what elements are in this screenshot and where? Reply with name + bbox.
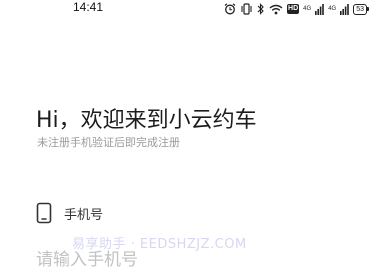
status-icons: HD 4G 4G 53 bbox=[224, 2, 369, 16]
phone-field-label: 手机号 bbox=[64, 207, 104, 223]
bluetooth-icon bbox=[257, 3, 264, 15]
welcome-title: Hi，欢迎来到小云约车 bbox=[36, 108, 257, 133]
wifi-icon bbox=[269, 4, 283, 14]
signal-icon-2 bbox=[340, 3, 350, 15]
alarm-icon bbox=[224, 3, 236, 15]
network-type-1: 4G bbox=[303, 6, 312, 12]
battery-level: 53 bbox=[353, 3, 367, 15]
battery-icon: 53 bbox=[353, 3, 369, 15]
network-type-2: 4G bbox=[328, 6, 337, 12]
mobile-phone-icon bbox=[36, 202, 52, 224]
phone-number-input[interactable] bbox=[36, 248, 356, 272]
signal-icon-1 bbox=[315, 3, 324, 15]
status-bar: 14:41 HD 4G 4G 53 bbox=[0, 0, 379, 18]
status-time: 14:41 bbox=[73, 0, 104, 14]
phone-field-label-row: 手机号 bbox=[36, 202, 103, 224]
hd-voice-badge: HD bbox=[287, 4, 300, 14]
vibrate-icon bbox=[241, 3, 252, 15]
register-hint: 未注册手机验证后即完成注册 bbox=[37, 136, 180, 149]
